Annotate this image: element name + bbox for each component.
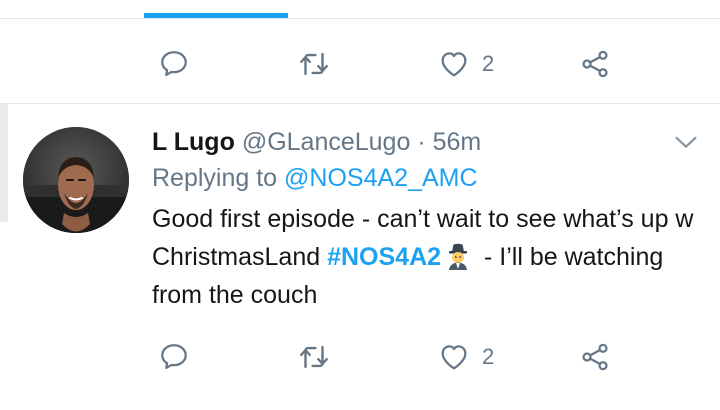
- share-button[interactable]: [579, 337, 611, 377]
- timestamp[interactable]: 56m: [433, 128, 482, 156]
- like-count: 2: [482, 344, 495, 369]
- like-button[interactable]: 2: [438, 337, 494, 377]
- replying-mention[interactable]: @NOS4A2_AMC: [284, 164, 478, 192]
- like-count: 2: [482, 51, 495, 76]
- avatar-photo: [23, 127, 129, 233]
- detective-emoji: [445, 242, 471, 270]
- share-icon: [582, 50, 608, 78]
- retweet-button[interactable]: [297, 337, 331, 377]
- tweet-text: Good first episode - can’t wait to see w…: [152, 200, 697, 314]
- like-button[interactable]: 2: [438, 44, 494, 84]
- previous-tweet: 2: [0, 0, 720, 104]
- tweet-header: L Lugo @GLanceLugo · 56m: [152, 124, 481, 160]
- reply-button[interactable]: [158, 44, 190, 84]
- reply-icon: [161, 51, 187, 77]
- side-strip: [0, 104, 8, 222]
- reply-icon: [161, 344, 187, 370]
- replying-prefix: Replying to: [152, 164, 278, 192]
- handle[interactable]: @GLanceLugo: [242, 128, 411, 156]
- replying-to: Replying to @NOS4A2_AMC: [152, 160, 478, 196]
- heart-icon: [441, 52, 467, 77]
- avatar[interactable]: [23, 127, 129, 233]
- chevron-down-icon: [675, 136, 697, 148]
- display-name[interactable]: L Lugo: [152, 128, 235, 156]
- share-button[interactable]: [579, 44, 611, 84]
- previous-tweet-actions: 2: [0, 44, 720, 84]
- reply-button[interactable]: [158, 337, 190, 377]
- top-border: [0, 18, 720, 19]
- separator: ·: [417, 128, 426, 156]
- share-icon: [582, 343, 608, 371]
- retweet-button[interactable]: [297, 44, 331, 84]
- hashtag[interactable]: #NOS4A2: [327, 243, 441, 271]
- divider: [0, 103, 720, 104]
- heart-icon: [441, 345, 467, 370]
- tab-indicator: [144, 13, 288, 18]
- tweet-actions: 2: [0, 337, 720, 377]
- retweet-icon: [300, 52, 328, 76]
- retweet-icon: [300, 345, 328, 369]
- tweet-menu-button[interactable]: [672, 128, 700, 156]
